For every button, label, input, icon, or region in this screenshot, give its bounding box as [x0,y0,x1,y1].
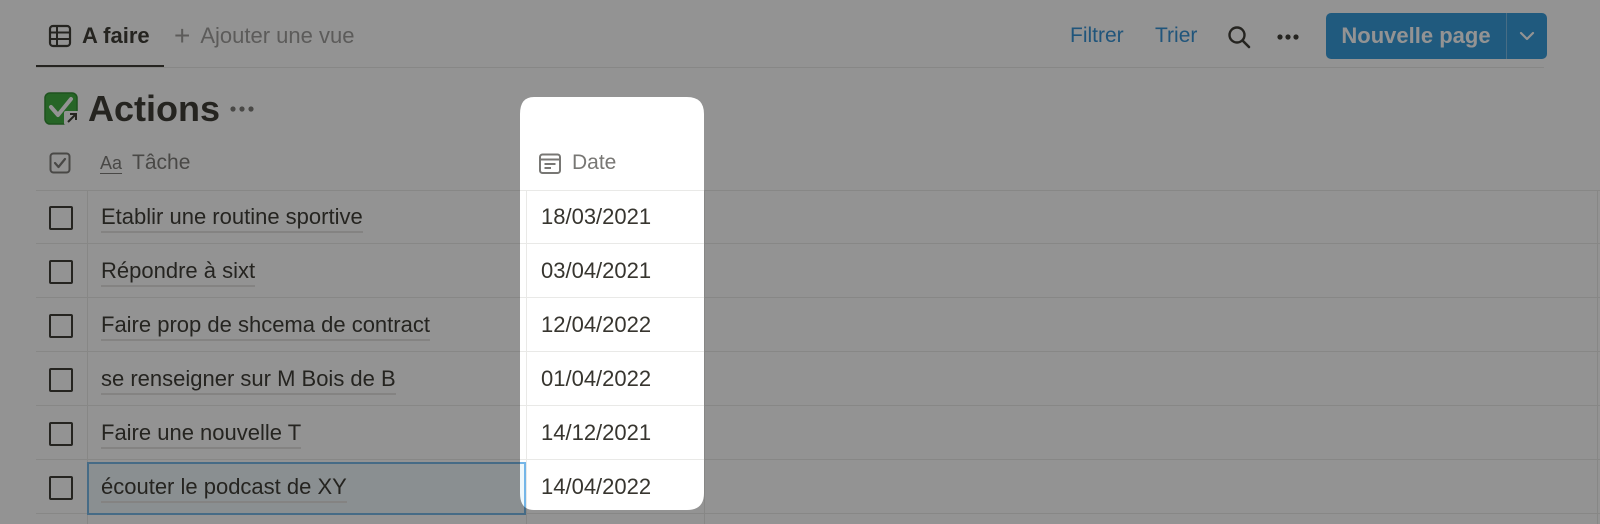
row-divider [36,405,1600,406]
task-cell[interactable]: Faire une nouvelle T [101,419,302,449]
row-checkbox[interactable] [49,476,73,500]
table-icon [48,24,72,48]
add-view-button[interactable]: + Ajouter une vue [174,22,354,50]
row-checkbox[interactable] [49,206,73,230]
column-divider [526,190,527,524]
database-title[interactable]: Actions [88,88,220,130]
row-checkbox[interactable] [49,422,73,446]
new-page-dropdown-button[interactable] [1507,13,1547,59]
chevron-down-icon [1519,31,1535,41]
more-horizontal-icon[interactable] [1275,24,1301,50]
row-checkbox[interactable] [49,368,73,392]
add-view-label: Ajouter une vue [200,23,355,48]
task-cell[interactable]: Répondre à sixt [101,257,256,287]
column-divider [1597,190,1598,524]
row-checkbox[interactable] [49,260,73,284]
date-cell[interactable]: 03/04/2021 [541,257,651,285]
row-divider [36,297,1600,298]
task-cell[interactable]: se renseigner sur M Bois de B [101,365,396,395]
sort-button[interactable]: Trier [1155,22,1197,50]
date-cell[interactable]: 18/03/2021 [541,203,651,231]
row-divider [36,243,1600,244]
row-divider [36,459,1600,460]
column-divider [704,190,705,524]
new-page-button[interactable]: Nouvelle page [1326,13,1506,59]
row-checkbox[interactable] [49,314,73,338]
date-cell[interactable]: 14/12/2021 [541,419,651,447]
date-cell[interactable]: 14/04/2022 [541,473,651,501]
tab-label: A faire [82,23,150,48]
checkbox-column-icon[interactable] [49,152,71,174]
search-icon[interactable] [1226,24,1252,50]
checkbox-link-icon[interactable] [44,92,80,126]
column-header-date-label: Date [572,151,617,174]
plus-icon: + [174,20,191,51]
date-cell[interactable]: 01/04/2022 [541,365,651,393]
row-divider [36,351,1600,352]
task-cell[interactable]: écouter le podcast de XY [101,473,347,503]
toolbar-divider [36,67,1544,68]
date-cell[interactable]: 12/04/2022 [541,311,651,339]
column-header-task[interactable]: Aa Tâche [100,148,190,178]
more-horizontal-icon[interactable] [228,100,256,118]
notion-database-view: A faire + Ajouter une vue Filtrer Trier … [0,0,1600,524]
calendar-icon [539,153,561,174]
column-header-task-label: Tâche [132,151,191,174]
filter-button[interactable]: Filtrer [1070,22,1124,50]
text-property-icon: Aa [100,152,123,173]
header-divider [36,190,1600,191]
column-header-date[interactable]: Date [538,148,616,178]
task-cell[interactable]: Faire prop de shcema de contract [101,311,430,341]
new-page-split-button: Nouvelle page [1326,13,1547,59]
task-cell[interactable]: Etablir une routine sportive [101,203,363,233]
